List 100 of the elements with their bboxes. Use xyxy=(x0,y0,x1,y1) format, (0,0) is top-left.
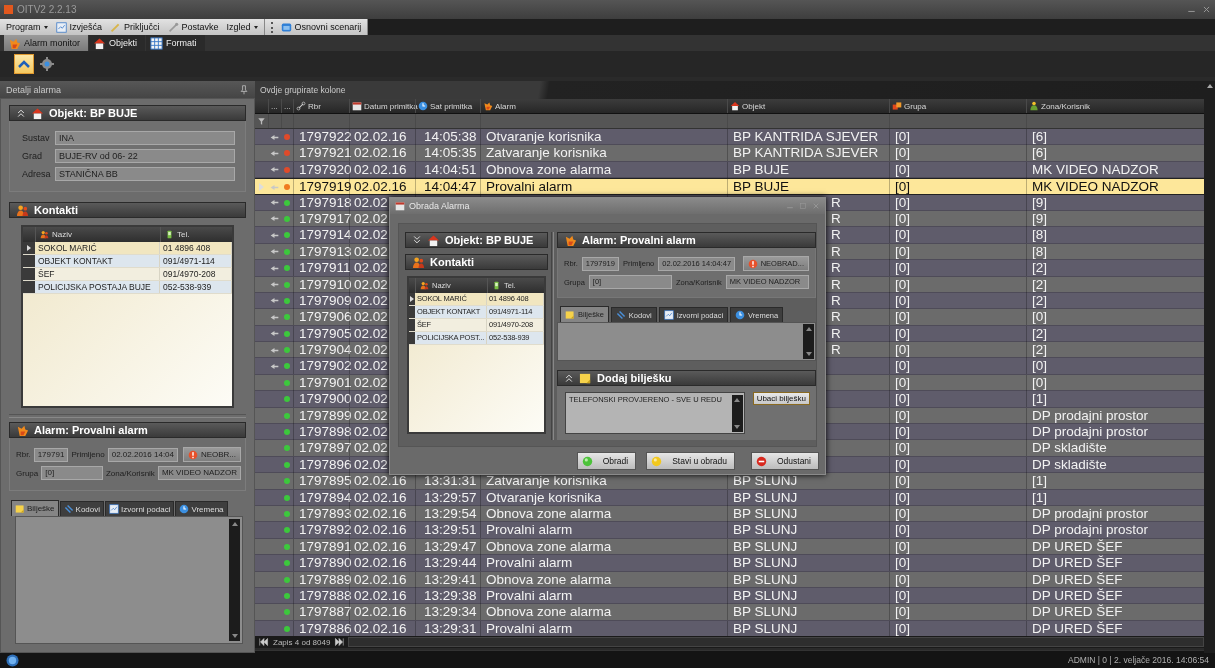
table-cell: 1797905 xyxy=(293,325,349,342)
table-cell: 13:29:44 xyxy=(415,555,480,572)
table-cell: Provalni alarm xyxy=(480,522,727,539)
table-cell: [0] xyxy=(889,276,1026,293)
table-cell: 1797900 xyxy=(293,391,349,408)
table-cell: 02.02.16 xyxy=(349,145,415,162)
field-label: Grad xyxy=(22,151,43,161)
table-cell: Obnova zone alarma xyxy=(480,571,727,588)
table-cell: [0] xyxy=(889,292,1026,309)
table-cell: [0] xyxy=(889,571,1026,588)
table-cell: 13:29:47 xyxy=(415,538,480,555)
table-cell: [0] xyxy=(889,506,1026,522)
table-cell: [0] xyxy=(889,243,1026,260)
table-cell: 1797897 xyxy=(293,440,349,457)
table-cell: [0] xyxy=(889,538,1026,555)
window-title: OITV2 2.2.13 xyxy=(17,4,77,15)
table-cell: [0] xyxy=(889,456,1026,473)
table-cell: [0] xyxy=(889,391,1026,408)
table-cell: 13:29:54 xyxy=(415,506,480,522)
table-cell: 1797914 xyxy=(293,227,349,244)
field-label: Grupa xyxy=(16,468,39,478)
table-cell: 1797902 xyxy=(293,358,349,375)
field-label: Primljeno xyxy=(71,450,105,459)
table-cell: 1797899 xyxy=(293,407,349,424)
field-label: Rbr. xyxy=(16,450,31,459)
table-cell: Provalni alarm xyxy=(480,555,727,572)
table-cell: BP SLUNJ xyxy=(727,522,889,539)
table-cell: Provalni alarm xyxy=(480,587,727,604)
table-cell: 091/4970-208 xyxy=(160,268,232,280)
table-cell: [0] xyxy=(889,358,1026,375)
table-cell: [0] xyxy=(889,161,1026,178)
section-title: Objekt: BP BUJE xyxy=(445,234,534,246)
table-cell: [0] xyxy=(889,260,1026,277)
table-cell: [0] xyxy=(889,227,1026,244)
section-title: Objekt: BP BUJE xyxy=(49,107,138,119)
field-label: Zona/Korisnik xyxy=(105,468,155,478)
record-counter: Zapis 4 od 8049 xyxy=(273,637,331,647)
table-cell: 1797893 xyxy=(293,506,349,522)
field-label: Adresa xyxy=(22,169,50,179)
table-cell: SOKOL MARIĆ xyxy=(35,242,160,254)
status-text: ADMIN | 0 | 2. veljače 2016. 14:06:54 xyxy=(1068,655,1209,665)
section-title: Alarm: Provalni alarm xyxy=(34,424,148,436)
table-cell: 1797892 xyxy=(293,522,349,539)
panel-title: Detalji alarma xyxy=(6,84,62,95)
table-cell: BP SLUNJ xyxy=(727,571,889,588)
table-cell: 1797895 xyxy=(293,473,349,490)
table-cell: BP SLUNJ xyxy=(727,604,889,621)
table-cell: [0] xyxy=(889,587,1026,604)
table-cell: [0] xyxy=(889,604,1026,621)
table-cell: [0] xyxy=(889,407,1026,424)
section-title: Kontakti xyxy=(34,204,78,216)
table-cell: 01 4896 408 xyxy=(160,242,232,254)
section-title: Dodaj bilješku xyxy=(597,372,672,384)
table-cell: Obnova zone alarma xyxy=(480,604,727,621)
table-cell: [0] xyxy=(889,374,1026,391)
table-cell: [0] xyxy=(889,309,1026,326)
table-cell: 13:29:57 xyxy=(415,489,480,506)
table-cell: 14:04:51 xyxy=(415,161,480,178)
table-cell: Zatvaranje korisnika xyxy=(480,145,727,162)
table-cell: Obnova zone alarma xyxy=(480,161,727,178)
table-cell: 1797896 xyxy=(293,456,349,473)
field-label: Sustav xyxy=(22,133,50,143)
table-cell: 1797909 xyxy=(293,292,349,309)
table-cell: [0] xyxy=(889,325,1026,342)
table-cell: 14:05:35 xyxy=(415,145,480,162)
table-cell: BP BUJE xyxy=(727,161,889,178)
table-cell: ŠEF xyxy=(35,268,160,280)
table-cell: [0] xyxy=(889,440,1026,457)
table-cell: 1797887 xyxy=(293,604,349,621)
table-cell: 1797910 xyxy=(293,276,349,293)
table-cell: [0] xyxy=(889,555,1026,572)
table-cell: 1797913 xyxy=(293,243,349,260)
table-cell: 1797921 xyxy=(293,145,349,162)
table-cell: 02.02.16 xyxy=(349,538,415,555)
table-cell: POLICIJSKA POSTAJA BUJE xyxy=(35,281,160,293)
table-cell: 1797911 xyxy=(293,260,349,277)
table-cell: 1797889 xyxy=(293,571,349,588)
table-cell: [0] xyxy=(889,473,1026,490)
table-cell: 1797894 xyxy=(293,489,349,506)
table-cell: BP SLUNJ xyxy=(727,587,889,604)
table-cell: [0] xyxy=(889,194,1026,211)
table-cell: 091/4971-114 xyxy=(160,255,232,267)
section-title: Kontakti xyxy=(430,256,474,268)
table-cell: 1797888 xyxy=(293,587,349,604)
table-cell: 13:29:38 xyxy=(415,587,480,604)
table-cell: 13:29:51 xyxy=(415,522,480,539)
table-cell: [0] xyxy=(889,489,1026,506)
table-cell: [0] xyxy=(889,145,1026,162)
table-cell: [0] xyxy=(889,522,1026,539)
group-by-hint: Ovdje grupirate kolone xyxy=(260,85,346,95)
table-cell: OBJEKT KONTAKT xyxy=(35,255,160,267)
table-cell: 1797918 xyxy=(293,194,349,211)
table-cell: [0] xyxy=(889,210,1026,227)
table-cell: 1797920 xyxy=(293,161,349,178)
table-cell: BP SLUNJ xyxy=(727,506,889,522)
table-cell: BP SLUNJ xyxy=(727,538,889,555)
table-cell: 13:29:34 xyxy=(415,604,480,621)
table-cell: 052-538-939 xyxy=(160,281,232,293)
table-cell: 1797891 xyxy=(293,538,349,555)
table-cell: 13:29:41 xyxy=(415,571,480,588)
